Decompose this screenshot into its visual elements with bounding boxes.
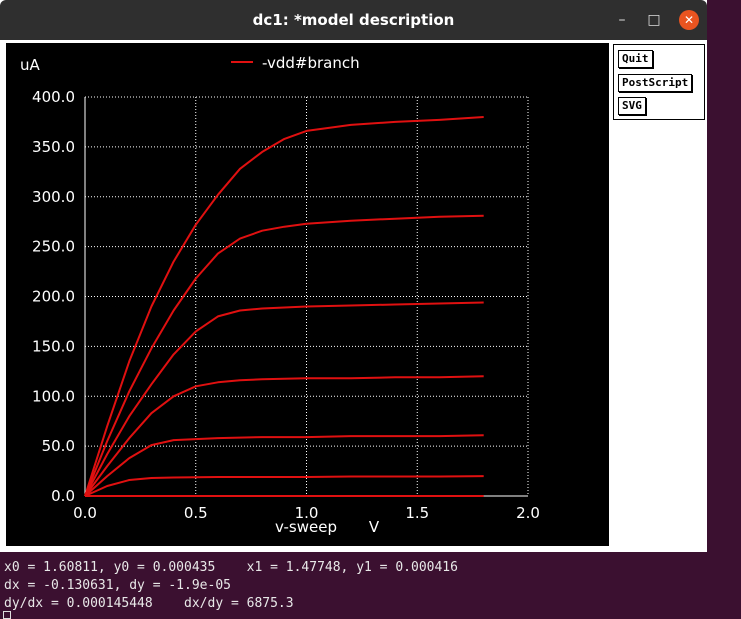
series-line-5: [84, 434, 484, 497]
plot-window: dc1: *model description – □ ✕ 0.0 0.5 1.0 1…: [0, 0, 707, 552]
quit-button[interactable]: Quit: [618, 50, 653, 68]
y-tick-label: 150.0: [32, 337, 75, 355]
x-tick-label: 0.5: [184, 504, 208, 522]
chart-svg[interactable]: 0.0 0.5 1.0 1.5 2.00.050.0100.0150.0200.0250…: [6, 43, 609, 546]
series-line-3: [84, 301, 484, 497]
close-icon[interactable]: ✕: [679, 10, 699, 30]
window-title: dc1: *model description: [252, 11, 455, 29]
y-tick-label: 100.0: [32, 387, 75, 405]
series-line-2: [84, 214, 484, 497]
y-tick-label: 350.0: [32, 138, 75, 156]
y-tick-label: 400.0: [32, 88, 75, 106]
x-tick-label: 2.0: [516, 504, 540, 522]
readout-line-1: x0 = 1.60811, y0 = 0.000435 x1 = 1.47748…: [4, 560, 458, 575]
y-tick-label: 300.0: [32, 188, 75, 206]
y-tick-label: 0.0: [51, 487, 75, 505]
button-panel: Quit PostScript SVG: [613, 44, 705, 120]
y-tick-label: 200.0: [32, 288, 75, 306]
x-axis-unit: V: [369, 518, 380, 536]
x-tick-label: 0.0: [73, 504, 97, 522]
maximize-icon[interactable]: □: [644, 10, 664, 30]
x-tick-label: 1.5: [405, 504, 429, 522]
minimize-icon[interactable]: –: [612, 10, 632, 30]
readout-line-3: dy/dx = 0.000145448 dx/dy = 6875.3: [4, 596, 294, 611]
y-axis-label: uA: [20, 56, 41, 74]
y-tick-label: 250.0: [32, 238, 75, 256]
svg-button[interactable]: SVG: [618, 97, 646, 115]
legend-label: -vdd#branch: [262, 54, 360, 72]
y-tick-label: 50.0: [42, 437, 75, 455]
plot-area[interactable]: 0.0 0.5 1.0 1.5 2.0 0.0 50.0 100.0 150.0 200.0 250…: [6, 43, 609, 546]
title-bar[interactable]: dc1: *model description – □ ✕: [0, 0, 707, 40]
series-line-6: [84, 475, 484, 497]
postscript-button[interactable]: PostScript: [618, 74, 693, 92]
readout-line-2: dx = -0.130631, dy = -1.9e-05: [4, 578, 231, 593]
x-axis-label: v-sweep: [275, 518, 337, 536]
